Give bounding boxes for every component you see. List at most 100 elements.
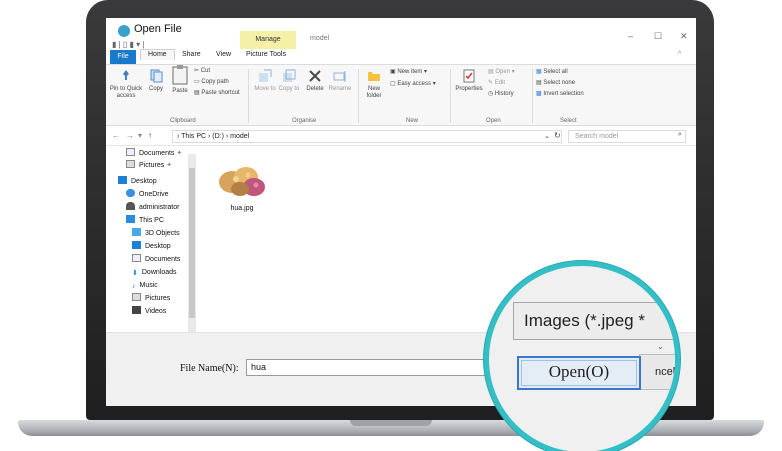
copy-button[interactable]: Copy [146,69,166,93]
file-name-input[interactable]: hua [246,359,486,376]
navigation-pane: Documents ✦ Pictures ✦ Desktop OneDrive … [106,146,200,332]
history-button[interactable]: ◷ History [488,91,514,98]
invert-selection-button[interactable]: ▩ Invert selection [536,91,584,98]
title-bar: Open File ▮ | ▯ ▮ ▾ | Manage model – ☐ ✕ [106,18,696,50]
music-note-icon: ♪ [132,283,136,290]
file-name-label: hua.jpg [230,205,254,212]
copy-icon [150,69,163,83]
copy-path-button[interactable]: ▭ Copy path [194,79,229,86]
rename-icon [333,71,346,82]
document-icon [132,254,141,262]
nav-item-documents-pinned[interactable]: Documents ✦ [126,148,182,160]
folder-icon [368,72,380,81]
nav-item-this-pc[interactable]: This PC [126,215,164,227]
delete-button[interactable]: Delete [304,69,326,93]
move-to-button[interactable]: Move to [254,69,276,93]
cut-button[interactable]: ✂ Cut [194,68,210,75]
desktop-icon [132,241,141,249]
select-all-button[interactable]: ▦ Select all [536,69,568,76]
divider [532,69,533,123]
maximize-button[interactable]: ☐ [654,31,662,42]
move-to-icon [259,69,272,82]
video-icon [132,306,141,314]
laptop-notch [350,420,432,426]
ribbon: Pin to Quick access Copy Paste ✂ Cut ▭ C… [106,64,696,126]
3d-objects-icon [132,228,141,236]
new-item-button[interactable]: ▣ New item ▾ [390,69,427,76]
tab-home[interactable]: Home [140,49,175,60]
forward-arrow-icon[interactable]: → [126,131,134,140]
new-folder-button[interactable]: New folder [362,69,386,100]
properties-icon [463,69,475,83]
stage: Open File ▮ | ▯ ▮ ▾ | Manage model – ☐ ✕… [0,0,782,451]
recent-chevron-icon[interactable]: ▾ [138,131,142,140]
context-tab-manage[interactable]: Manage [240,31,296,49]
pictures-icon [126,160,135,168]
cloud-icon [126,189,135,197]
nav-item-pictures-pinned[interactable]: Pictures ✦ [126,160,172,172]
search-input[interactable]: Search model [568,130,686,143]
refresh-icon[interactable]: ↻ [554,131,561,140]
divider [450,69,451,123]
copy-to-button[interactable]: Copy to [278,69,300,93]
pictures-icon [132,293,141,301]
group-label-new: New [406,118,419,124]
close-button[interactable]: ✕ [680,31,688,42]
window-title: Open File [134,23,182,35]
nav-pane-scrollbar[interactable] [188,154,196,334]
paste-button[interactable]: Paste [170,65,190,95]
address-bar[interactable]: › This PC › (D:) › model [172,130,562,143]
scissors-icon: ✂ [194,68,201,74]
flower-image-thumbnail [219,167,265,196]
tab-view[interactable]: View [216,51,231,58]
magnifier-lens: Images (*.jpeg * ⌄ ncel Open(O) [484,261,680,451]
app-icon [118,25,130,37]
ribbon-tabs: File Home Share View Picture Tools ^ [106,49,696,64]
pin-icon: ✦ [164,162,173,169]
easy-access-button[interactable]: ▢ Easy access ▾ [390,81,436,88]
tab-share[interactable]: Share [182,51,201,58]
up-arrow-icon[interactable]: ↑ [148,131,152,140]
quick-access-toolbar[interactable]: ▮ | ▯ ▮ ▾ | [112,40,145,49]
group-label-clipboard: Clipboard [170,118,196,124]
nav-item-music[interactable]: ♪ Music [132,280,158,292]
document-icon [126,148,135,156]
divider [248,69,249,123]
nav-item-administrator[interactable]: administrator [126,202,179,214]
nav-item-desktop[interactable]: Desktop [118,176,157,188]
scrollbar-thumb[interactable] [189,168,195,318]
rename-button[interactable]: Rename [328,69,352,93]
nav-item-onedrive[interactable]: OneDrive [126,189,169,201]
computer-icon [126,215,135,223]
open-menu-button[interactable]: ▤ Open ▾ [488,69,515,76]
nav-item-downloads[interactable]: ⬇ Downloads [132,267,177,279]
open-button[interactable]: Open(O) [517,356,641,390]
chevron-down-icon[interactable]: ⌄ [657,342,664,351]
copy-to-icon [283,69,296,82]
nav-item-videos[interactable]: Videos [132,306,166,318]
paste-shortcut-button[interactable]: ▤ Paste shortcut [194,90,240,97]
properties-button[interactable]: Properties [454,69,484,93]
delete-icon [309,70,321,82]
select-none-button[interactable]: ▤ Select none [536,80,575,87]
divider [358,69,359,123]
search-icon[interactable]: ⌕ [678,131,682,139]
edit-icon: ✎ [488,80,495,86]
nav-item-3d-objects[interactable]: 3D Objects [132,228,180,240]
back-arrow-icon[interactable]: ← [112,131,120,140]
history-icon: ◷ [488,91,495,97]
nav-item-pictures[interactable]: Pictures [132,293,170,305]
edit-button[interactable]: ✎ Edit [488,80,505,87]
minimize-button[interactable]: – [628,31,633,41]
desktop-icon [118,176,127,184]
file-type-filter[interactable]: Images (*.jpeg * [513,302,675,340]
pin-quick-access-button[interactable]: Pin to Quick access [108,69,144,100]
download-arrow-icon: ⬇ [132,270,138,277]
address-bar-row: ← → ▾ ↑ › This PC › (D:) › model ⌄ ↻ Sea… [106,128,696,146]
tab-picture-tools[interactable]: Picture Tools [246,51,286,58]
nav-item-desktop-pc[interactable]: Desktop [132,241,171,253]
tab-file[interactable]: File [110,50,136,64]
address-dropdown-icon[interactable]: ⌄ [544,132,550,140]
nav-item-documents[interactable]: Documents [132,254,180,266]
ribbon-collapse-icon[interactable]: ^ [678,51,681,58]
